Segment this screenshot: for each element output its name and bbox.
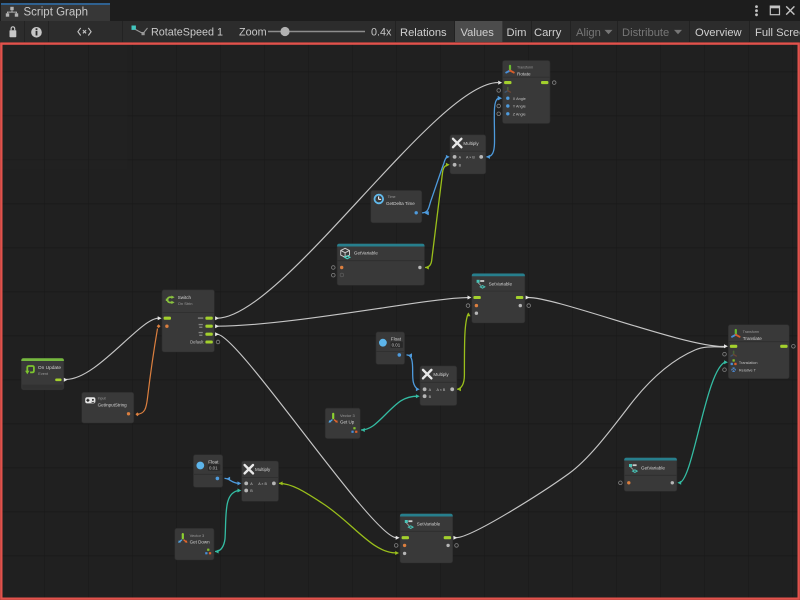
svg-text:Values: Values [461, 27, 495, 39]
svg-text:Align: Align [576, 27, 601, 39]
svg-text:On Strin: On Strin [178, 301, 193, 306]
svg-text:Dim: Dim [507, 27, 527, 39]
svg-text:Event: Event [38, 372, 49, 376]
svg-text:GetDelta Time: GetDelta Time [386, 201, 415, 206]
svg-text:Translate: Translate [743, 336, 762, 341]
svg-text:Get Up: Get Up [340, 420, 355, 425]
svg-text:On Update: On Update [38, 365, 62, 371]
svg-text:A × B: A × B [437, 388, 446, 392]
svg-text:Multiply: Multiply [463, 141, 479, 146]
svg-text:Transform: Transform [517, 66, 533, 70]
svg-text:Float: Float [208, 459, 219, 464]
svg-text:Switch: Switch [178, 295, 192, 300]
svg-text:Script Graph: Script Graph [24, 6, 89, 18]
svg-text:0.4x: 0.4x [371, 27, 392, 39]
svg-text:Relations: Relations [400, 27, 447, 39]
svg-text:A × B: A × B [466, 156, 475, 160]
svg-text:Overview: Overview [695, 27, 743, 39]
svg-text:Multiply: Multiply [433, 372, 449, 377]
svg-text:GetInputString: GetInputString [98, 403, 128, 408]
svg-text:0.01: 0.01 [209, 465, 218, 470]
svg-text:Transform: Transform [743, 330, 759, 334]
svg-text:Z Angle: Z Angle [513, 113, 526, 117]
svg-text:Input: Input [98, 397, 106, 401]
svg-text:X Angle: X Angle [513, 97, 526, 101]
svg-text:SetVariable: SetVariable [489, 282, 513, 287]
svg-text:RotateSpeed 1: RotateSpeed 1 [151, 27, 223, 39]
svg-text:Carry: Carry [534, 27, 562, 39]
svg-text:Rotate: Rotate [517, 72, 531, 77]
svg-text:Get Down: Get Down [190, 540, 211, 545]
svg-text:Relative T: Relative T [739, 368, 757, 372]
svg-text:Time: Time [388, 195, 396, 199]
svg-text:SetVariable: SetVariable [417, 522, 441, 527]
svg-text:Full Screen: Full Screen [755, 27, 800, 39]
svg-text:Distribute: Distribute [622, 27, 669, 39]
svg-text:Default: Default [190, 340, 204, 345]
svg-text:Multiply: Multiply [255, 467, 271, 472]
svg-text:GetVariable: GetVariable [354, 250, 378, 255]
svg-text:Y Angle: Y Angle [513, 105, 526, 109]
svg-text:Vector 3: Vector 3 [190, 533, 205, 538]
svg-text:A × B: A × B [258, 482, 267, 486]
svg-text:Translation: Translation [739, 361, 758, 365]
svg-text:Float: Float [391, 337, 402, 342]
svg-text:Zoom: Zoom [239, 27, 267, 39]
svg-text:Vector 3: Vector 3 [340, 413, 355, 418]
svg-text:0.01: 0.01 [392, 343, 401, 348]
svg-text:GetVariable: GetVariable [641, 466, 665, 471]
